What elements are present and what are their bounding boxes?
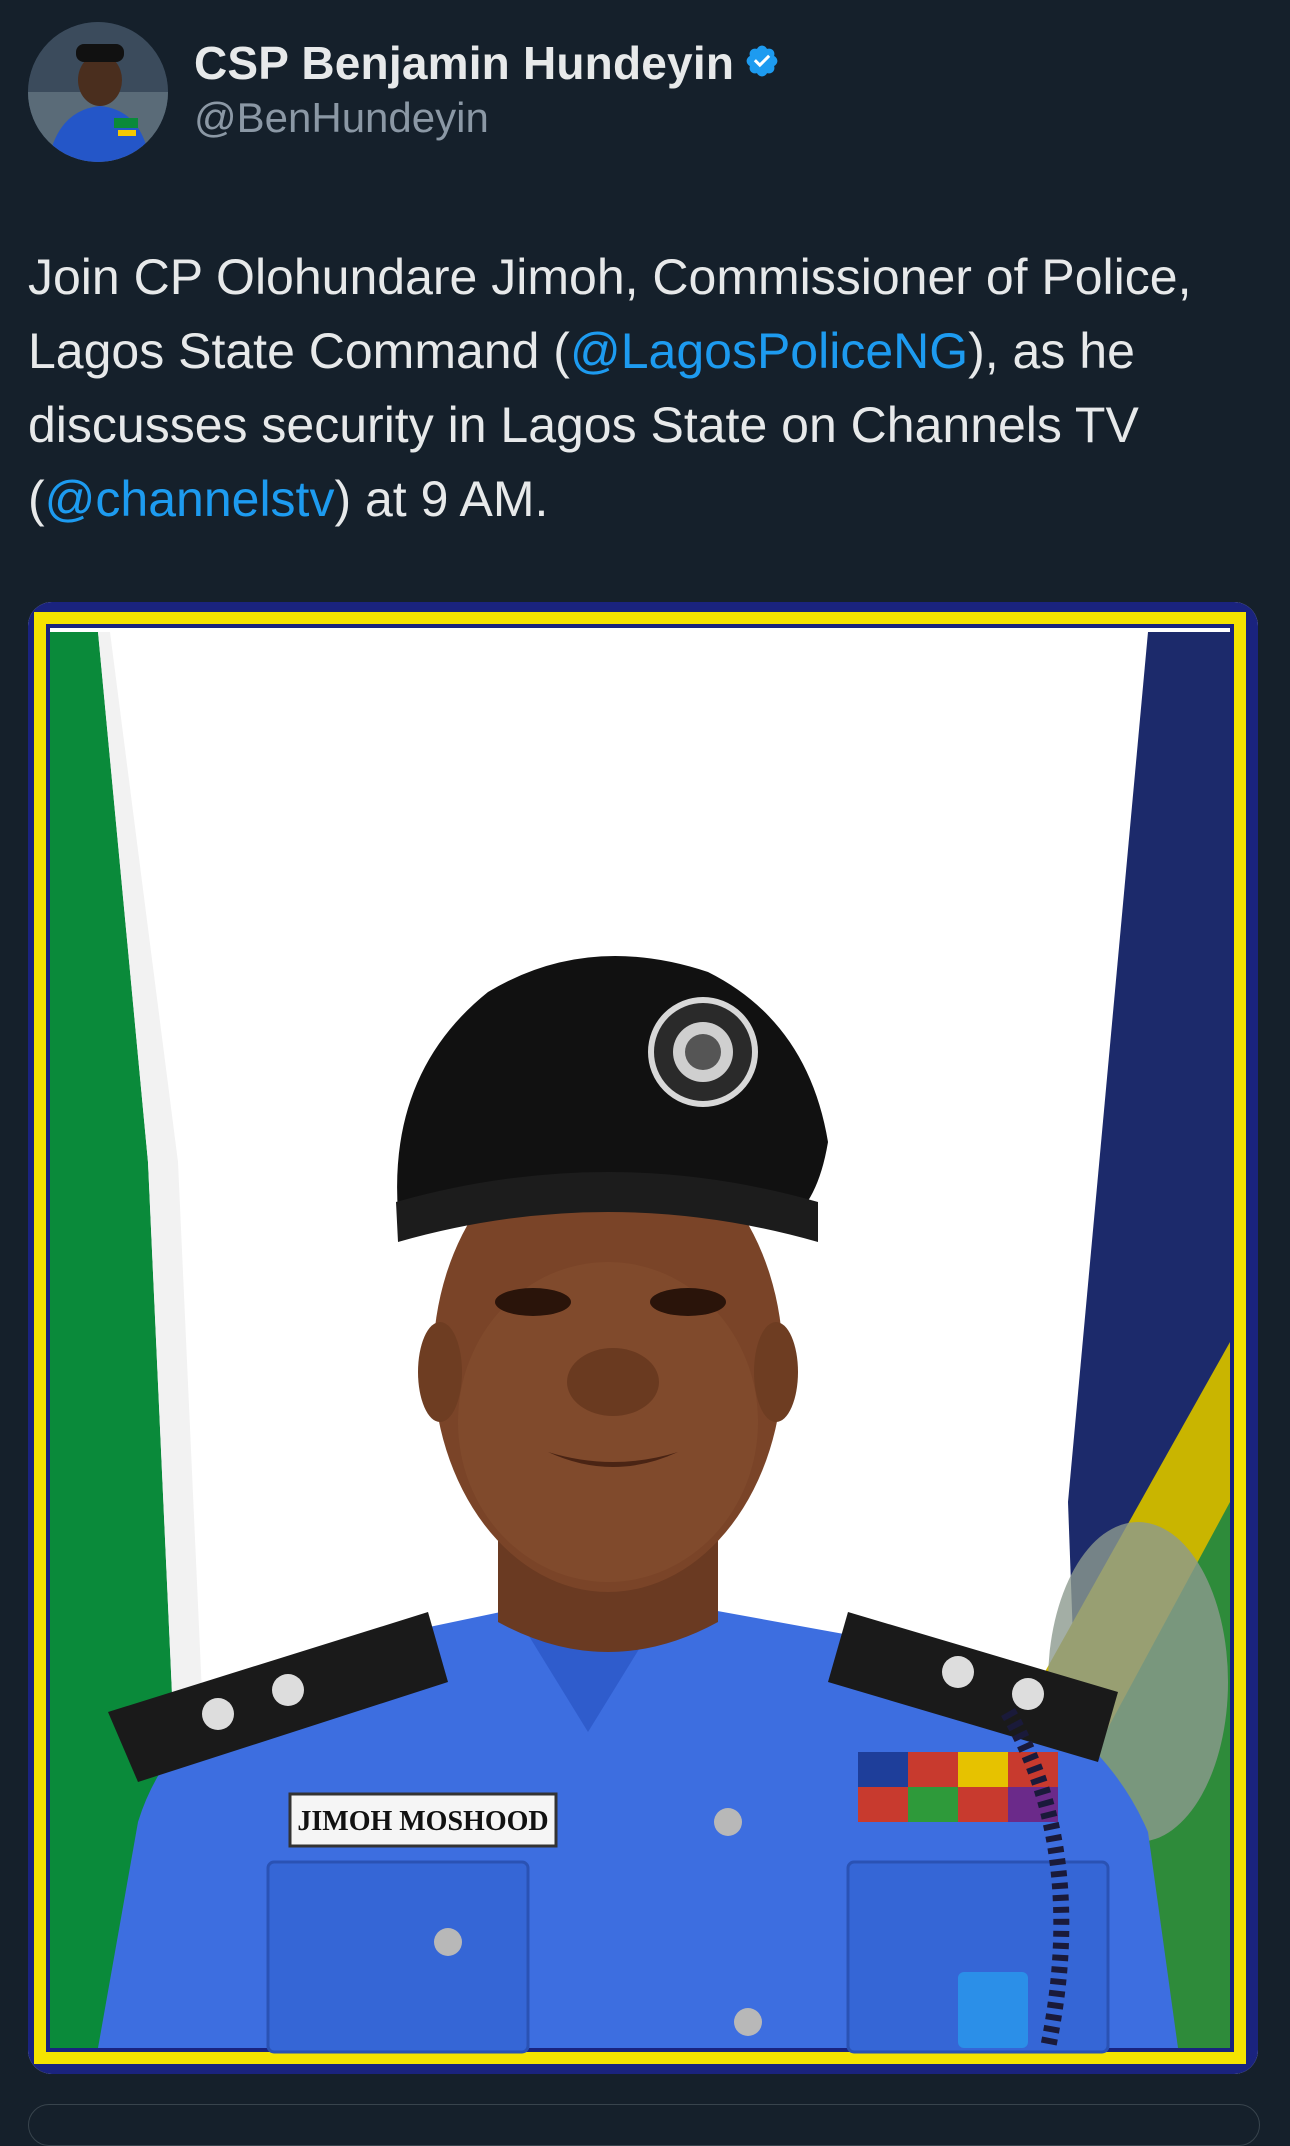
mention-link-lagospoliceng[interactable]: @LagosPoliceNG xyxy=(570,323,968,379)
mention-link-channelstv[interactable]: @channelstv xyxy=(45,471,335,527)
verified-badge-icon xyxy=(744,43,780,84)
tweet-text-part: ) at 9 AM. xyxy=(334,471,549,527)
author-display-name[interactable]: CSP Benjamin Hundeyin xyxy=(194,36,734,90)
author-handle[interactable]: @BenHundeyin xyxy=(194,94,780,142)
name-tag: JIMOH MOSHOOD xyxy=(297,1806,548,1837)
tweet-text: Join CP Olohundare Jimoh, Commissioner o… xyxy=(28,240,1258,536)
tweet-header: CSP Benjamin Hundeyin @BenHundeyin xyxy=(28,22,1258,162)
author-avatar[interactable] xyxy=(28,22,168,162)
tweet-media-image[interactable]: JIMOH MOSHOOD xyxy=(28,602,1258,2074)
next-card-edge xyxy=(28,2104,1260,2146)
